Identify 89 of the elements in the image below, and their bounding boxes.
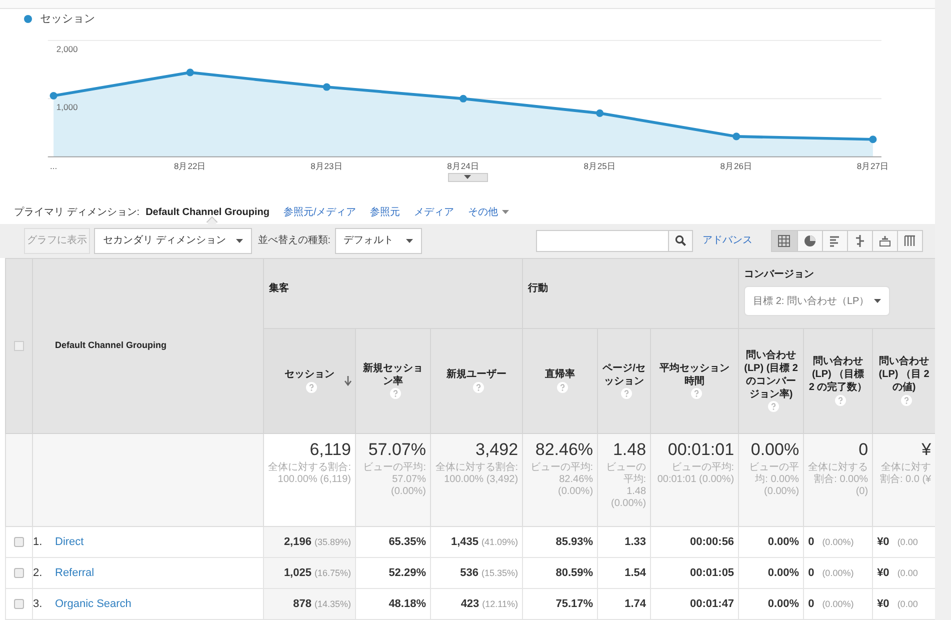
cell-share: (41.09%) <box>482 536 518 547</box>
dimension-link[interactable]: 参照元 <box>370 204 400 220</box>
total-note: ビューの平均: 57.07% (0.00%) <box>362 462 426 498</box>
total-value: 6,119 <box>308 440 351 460</box>
row-number: 3. <box>33 596 44 612</box>
cell-share: (16.75%) <box>314 568 351 578</box>
cell-value: 423 <box>460 598 480 610</box>
total-value: 0.00% <box>750 440 800 460</box>
cell-value: 85.93% <box>556 536 594 548</box>
cell-share: (0.00 <box>897 568 918 578</box>
row-number: 1. <box>33 534 44 550</box>
x-tick-label: 8月23日 <box>310 160 343 171</box>
cell-value: 2,196 <box>284 536 312 548</box>
cell-value: 00:00:56 <box>690 536 734 548</box>
cell-value: ¥0 <box>877 598 890 610</box>
cell-share: (35.89%) <box>314 536 351 547</box>
dimension-link[interactable]: その他 <box>468 204 510 220</box>
cell-value: 878 <box>293 598 312 610</box>
cell-value: 0.00% <box>768 536 800 548</box>
cell-share: (12.11%) <box>482 598 518 609</box>
sort-type-dropdown[interactable]: デフォルト <box>334 228 422 254</box>
total-note: ビューの平均: 82.46% (0.00%) <box>529 462 594 498</box>
cell-value: 1.33 <box>624 536 646 548</box>
cell-value: 0.00% <box>768 598 800 610</box>
total-note: ビューの平均: 00:01:01 (0.00%) <box>656 462 734 486</box>
x-tick-label: 8月27日 <box>856 160 890 171</box>
x-tick-label: ... <box>50 160 58 171</box>
cell-share: (0.00 <box>897 598 918 609</box>
cell-value: 00:01:05 <box>690 566 734 579</box>
column-header[interactable]: 直帰率 <box>527 368 594 381</box>
cell-value: 0 <box>808 536 814 548</box>
sort-type-label: 並べ替えの種類: <box>258 234 331 248</box>
cell-value: 536 <box>460 566 478 579</box>
advanced-link[interactable]: アドバンス <box>702 233 753 248</box>
total-note: 全体に対する割合: 100.00% (6,119) <box>268 462 351 486</box>
y-tick-label: 1,000 <box>56 102 78 112</box>
goal-dropdown[interactable]: 目標 2: 問い合わせ（LP） <box>744 286 890 316</box>
total-value: ¥ <box>920 440 932 460</box>
total-note: 全体に対す割合: 0.0 (¥ <box>878 462 932 486</box>
cell-value: 48.18% <box>388 598 426 610</box>
y-tick-label: 2,000 <box>56 44 78 54</box>
total-value: 00:01:01 <box>666 440 734 460</box>
cell-value: 0 <box>808 566 814 579</box>
cell-value: ¥0 <box>877 536 890 548</box>
total-note: 全体に対する割合: 0.00% (0) <box>808 462 868 498</box>
cell-value: 52.29% <box>388 566 426 579</box>
secondary-dimension-dropdown[interactable]: セカンダリ ディメンション <box>94 228 252 254</box>
x-tick-label: 8月25日 <box>584 160 616 171</box>
group-header: 集客 <box>269 281 290 296</box>
total-value: 82.46% <box>534 440 594 460</box>
cell-share: (15.35%) <box>482 568 518 578</box>
cell-share: (0.00%) <box>822 536 854 547</box>
channel-link[interactable]: Organic Search <box>55 598 132 610</box>
column-header[interactable]: セッション <box>268 368 351 381</box>
primary-dimension-label: プライマリ ディメンション: <box>14 206 140 220</box>
cell-share: (14.35%) <box>314 598 351 609</box>
x-tick-label: 8月24日 <box>447 160 480 171</box>
row-number: 2. <box>33 566 44 581</box>
cell-share: (0.00 <box>897 536 918 547</box>
cell-value: 1,025 <box>284 566 312 579</box>
cell-value: 65.35% <box>388 536 426 548</box>
cell-value: 80.59% <box>556 566 594 579</box>
cell-value: 00:01:47 <box>690 598 734 610</box>
column-header[interactable]: 新規ユーザー <box>435 368 518 381</box>
cell-share: (0.00%) <box>822 598 854 609</box>
cell-value: 75.17% <box>556 598 594 610</box>
total-note: ビューの平均: 0.00% (0.00%) <box>748 462 800 498</box>
cell-value: 0.00% <box>768 566 800 579</box>
group-header: 行動 <box>528 282 550 296</box>
cell-value: 1.54 <box>624 566 646 579</box>
cell-value: ¥0 <box>877 566 890 579</box>
total-value: 3,492 <box>474 440 518 460</box>
total-note: ビューの平均: 1.48 (0.00%) <box>605 462 646 510</box>
total-value: 1.48 <box>612 440 646 460</box>
cell-value: 0 <box>808 598 814 610</box>
legend-label: セッション <box>40 12 95 28</box>
cell-value: 1,435 <box>450 536 478 548</box>
x-tick-label: 8月26日 <box>720 160 752 171</box>
dimension-link[interactable]: メディア <box>414 204 454 220</box>
cell-share: (0.00%) <box>822 568 854 578</box>
x-tick-label: 8月22日 <box>174 160 206 171</box>
channel-link[interactable]: Referral <box>55 566 94 579</box>
group-header: コンバージョン <box>744 268 816 282</box>
cell-value: 1.74 <box>624 598 646 610</box>
total-value: 57.07% <box>367 440 426 460</box>
dimension-link[interactable]: 参照元/メディア <box>283 204 356 220</box>
total-value: 0 <box>858 440 868 460</box>
total-note: 全体に対する割合: 100.00% (3,492) <box>435 462 518 486</box>
channel-link[interactable]: Direct <box>55 536 84 548</box>
